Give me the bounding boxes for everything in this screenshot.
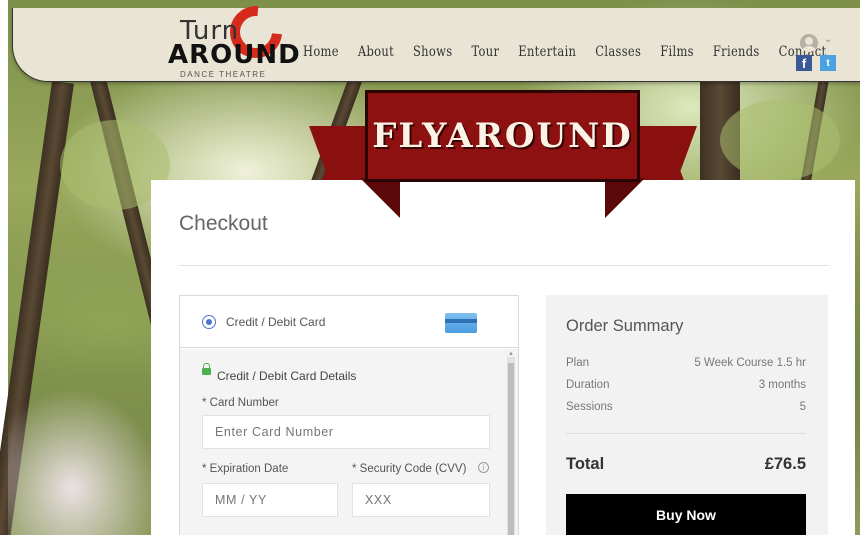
nav-classes[interactable]: Classes — [595, 42, 641, 60]
site-logo[interactable]: Turn AROUND DANCE THEATRE — [168, 0, 301, 82]
main-nav: Home About Shows Tour Entertain Classes … — [303, 42, 845, 60]
summary-label: Sessions — [566, 401, 613, 413]
summary-row-sessions: Sessions 5 — [566, 401, 806, 413]
facebook-icon[interactable]: f — [796, 55, 812, 71]
summary-label: Duration — [566, 379, 610, 391]
nav-shows[interactable]: Shows — [413, 42, 452, 60]
summary-label: Plan — [566, 357, 590, 369]
checkout-card: Checkout Credit / Debit Card Credit / De… — [151, 180, 855, 535]
summary-value: 3 months — [758, 379, 806, 391]
summary-row-duration: Duration 3 months — [566, 379, 806, 391]
card-details-heading: Credit / Debit Card Details — [217, 369, 357, 383]
twitter-icon[interactable]: t — [820, 55, 836, 71]
info-icon[interactable]: i — [478, 462, 489, 473]
nav-home[interactable]: Home — [303, 42, 339, 60]
expiration-date-input[interactable] — [202, 483, 338, 517]
nav-friends[interactable]: Friends — [713, 42, 760, 60]
flyaround-banner: FLYAROUND — [365, 90, 640, 182]
order-summary: Order Summary Plan 5 Week Course 1.5 hr … — [546, 295, 828, 535]
scrollbar-thumb[interactable] — [508, 363, 514, 535]
banner-text: FLYAROUND — [372, 116, 633, 156]
nav-entertain[interactable]: Entertain — [518, 42, 576, 60]
light-haze — [8, 380, 168, 535]
logo-text-main: AROUND — [168, 40, 301, 70]
foliage — [720, 100, 840, 180]
cvv-input[interactable] — [352, 483, 490, 517]
payment-panel: Credit / Debit Card Credit / Debit Card … — [179, 295, 519, 535]
lock-icon — [202, 363, 211, 375]
credit-card-icon — [445, 313, 477, 333]
summary-row-plan: Plan 5 Week Course 1.5 hr — [566, 357, 806, 369]
order-total: Total £76.5 — [566, 455, 806, 474]
card-number-input[interactable] — [202, 415, 490, 449]
nav-films[interactable]: Films — [660, 42, 694, 60]
divider — [566, 433, 806, 434]
card-number-label: * Card Number — [202, 397, 279, 409]
site-header: Turn AROUND DANCE THEATRE Home About Sho… — [12, 0, 860, 82]
form-scrollbar[interactable]: ▲ — [507, 351, 515, 535]
payment-method-option[interactable]: Credit / Debit Card — [180, 296, 518, 348]
buy-now-button[interactable]: Buy Now — [566, 494, 806, 535]
logo-subtitle: DANCE THEATRE — [180, 70, 267, 79]
nav-tour[interactable]: Tour — [471, 42, 499, 60]
payment-method-radio[interactable] — [202, 315, 216, 329]
page-title: Checkout — [179, 212, 268, 235]
total-label: Total — [566, 455, 605, 473]
payment-method-label: Credit / Debit Card — [226, 315, 326, 329]
chevron-down-icon[interactable]: ⌄ — [824, 34, 832, 45]
scroll-up-icon[interactable]: ▲ — [508, 351, 514, 357]
nav-about[interactable]: About — [358, 42, 394, 60]
total-value: £76.5 — [764, 455, 806, 473]
expiration-date-label: * Expiration Date — [202, 463, 289, 475]
card-details-form: Credit / Debit Card Details * Card Numbe… — [180, 349, 518, 535]
cvv-label: * Security Code (CVV) — [352, 463, 467, 475]
divider — [179, 265, 829, 266]
summary-value: 5 — [799, 401, 806, 413]
summary-value: 5 Week Course 1.5 hr — [694, 357, 806, 369]
user-avatar-icon[interactable] — [800, 34, 818, 52]
order-summary-title: Order Summary — [566, 317, 684, 335]
